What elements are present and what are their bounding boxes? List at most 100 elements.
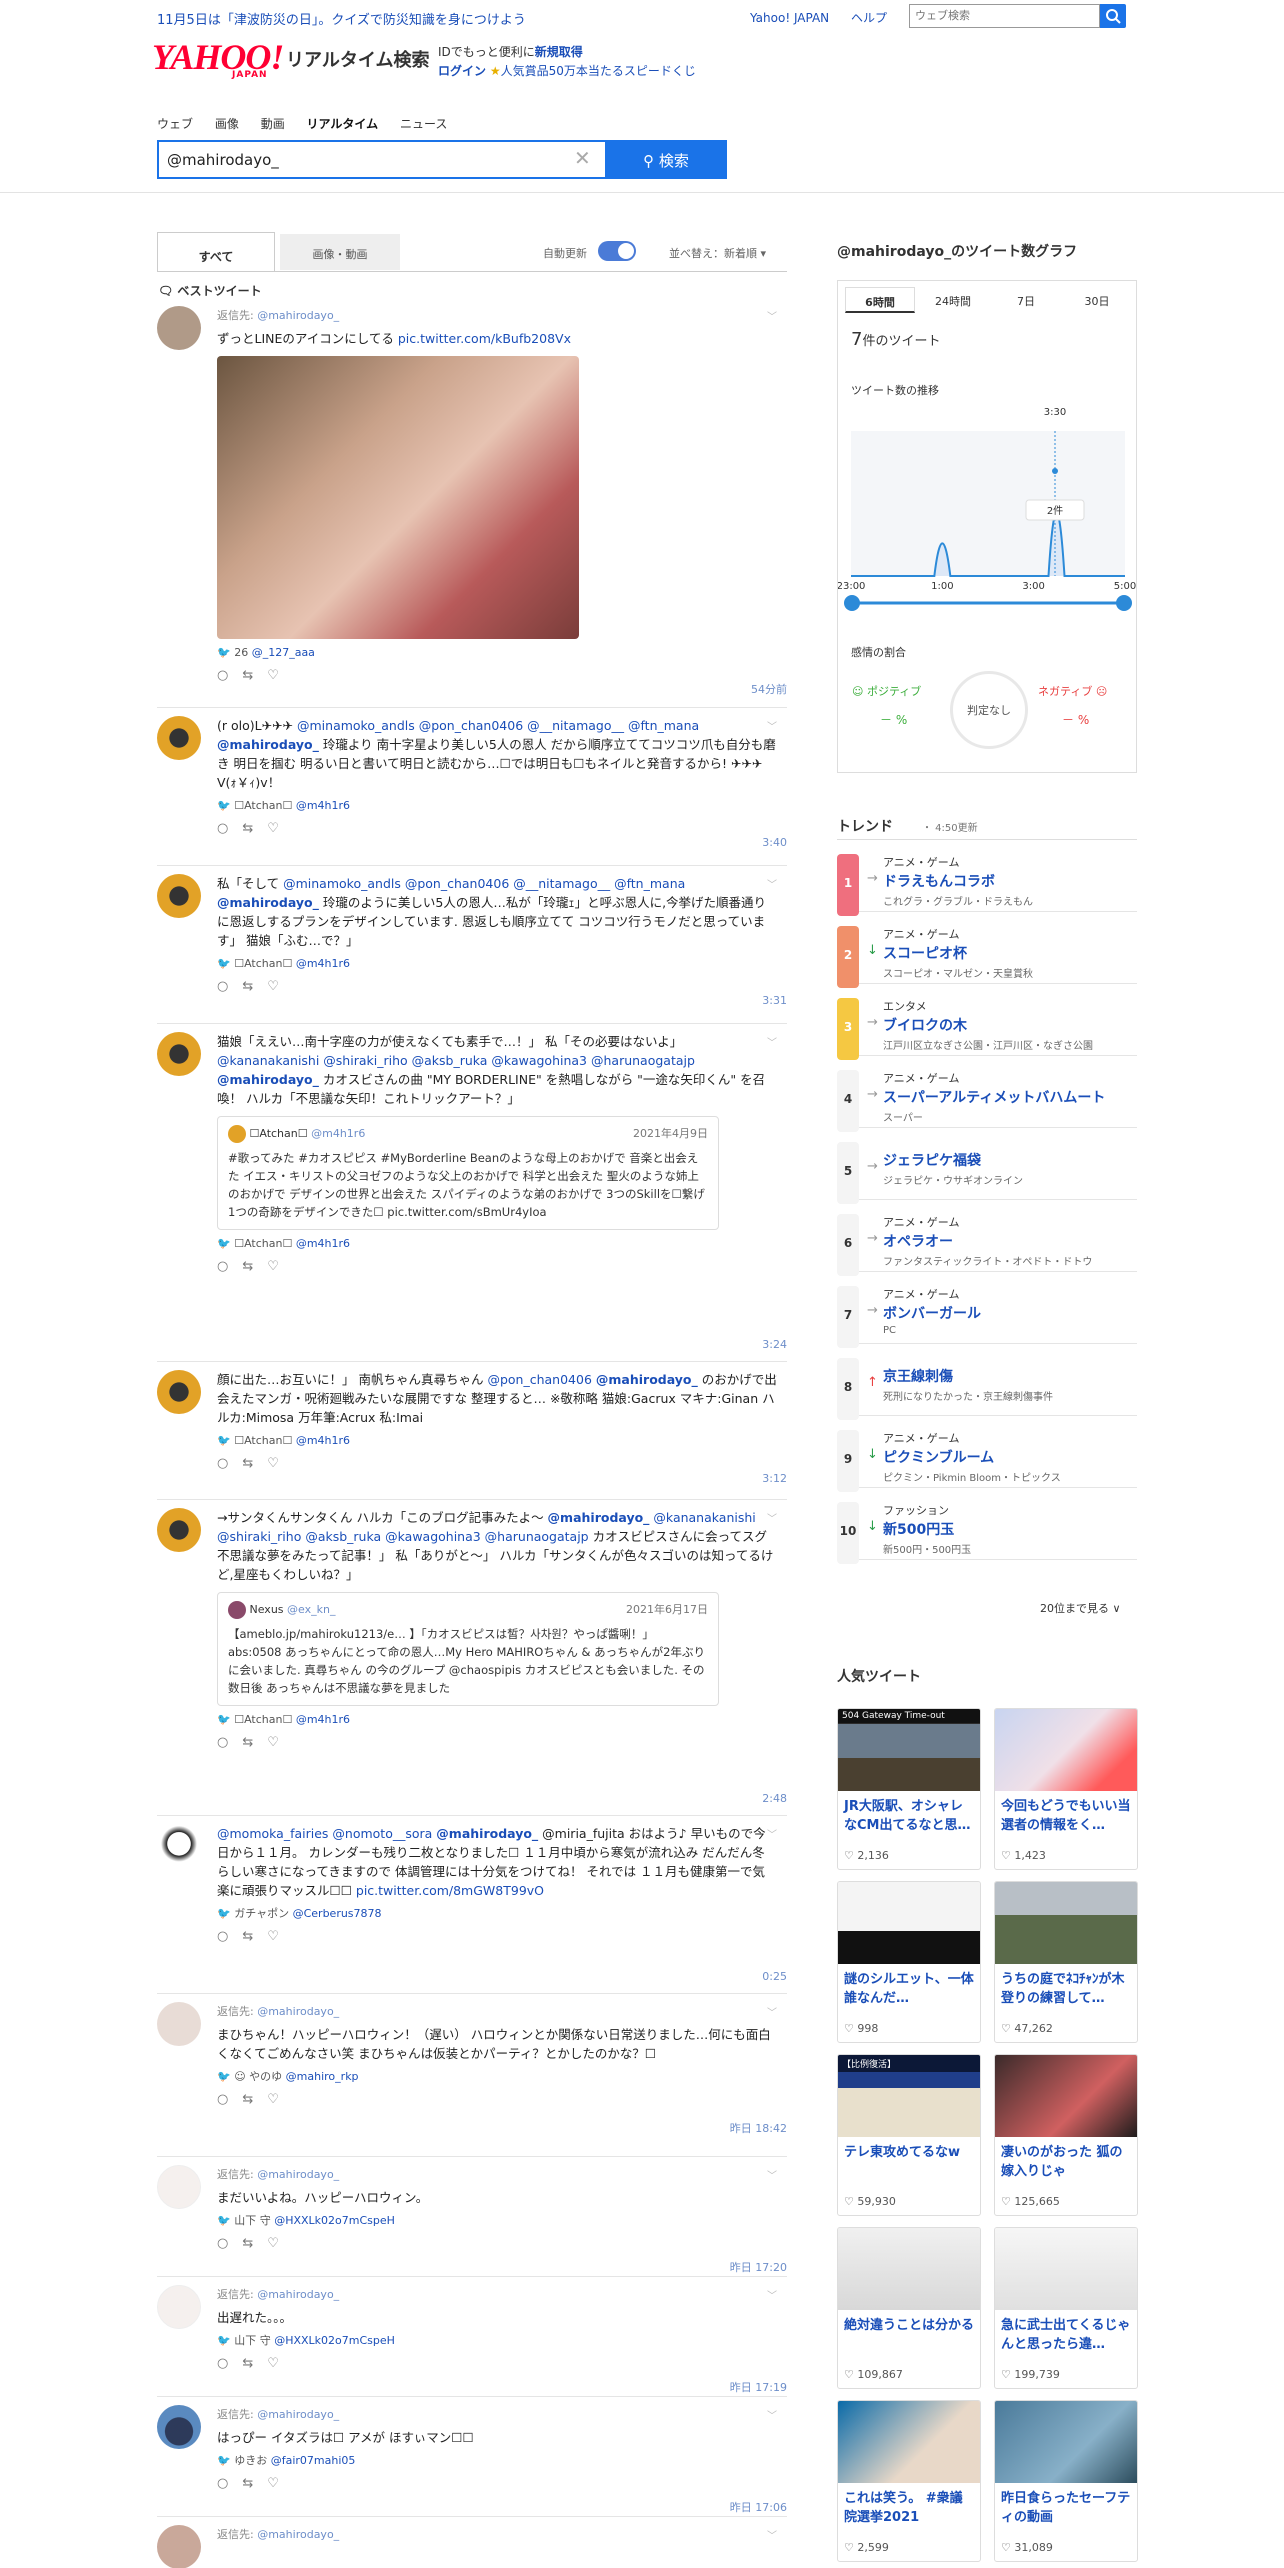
trend-item[interactable]: 3 → エンタメ ブイロクの木 江戸川区立なぎさ公園・江戸川区・なぎさ公園 (837, 994, 1137, 1060)
trend-name[interactable]: ピクミンブルーム (883, 1447, 994, 1467)
reply-icon[interactable]: ○ (217, 668, 242, 683)
retweet-icon[interactable]: ⇆ (242, 1456, 267, 1471)
avatar[interactable] (157, 874, 201, 918)
retweet-icon[interactable]: ⇆ (242, 2236, 267, 2251)
tab-all[interactable]: すべて (157, 232, 275, 272)
reply-to-link[interactable]: @mahirodayo_ (257, 309, 339, 322)
reply-icon[interactable]: ○ (217, 1929, 242, 1944)
trend-name[interactable]: ブイロクの木 (883, 1015, 967, 1035)
login-link[interactable]: ログイン (438, 64, 486, 78)
meta-user[interactable]: @HXXLk02o7mCspeH (274, 2334, 395, 2347)
popular-tweet-card[interactable]: 謎のシルエット、一体誰なんだ… ♡ 998 (837, 1881, 981, 2043)
tweet-card[interactable]: ﹀ →サンタくんサンタくん ハルカ「このブログ記事みたよ〜 @mahiroday… (157, 1508, 787, 1816)
trend-name[interactable]: ボンバーガール (883, 1303, 981, 1323)
popular-tweet-card[interactable]: これは笑う。 #衆議院選挙2021 ♡ 2,599 (837, 2400, 981, 2562)
reply-icon[interactable]: ○ (217, 1456, 242, 1471)
graph-tab-30d[interactable]: 30日 (1062, 287, 1132, 313)
trend-item[interactable]: 7 → アニメ・ゲーム ボンバーガール PC (837, 1282, 1137, 1348)
tweet-time[interactable]: 0:25 (762, 1970, 787, 1983)
meta-user[interactable]: @m4h1r6 (296, 957, 350, 970)
tweet-time[interactable]: 昨日 17:19 (730, 2379, 787, 2395)
reply-to-link[interactable]: @mahirodayo_ (257, 2408, 339, 2421)
tweet-link[interactable]: pic.twitter.com/8mGW8T99vO (356, 1883, 544, 1898)
like-icon[interactable]: ♡ (267, 2092, 293, 2107)
avatar[interactable] (157, 2285, 201, 2329)
tweet-card[interactable]: ﹀ 返信先: @mahirodayo_ はっぴー イタズラは☐ アメが ほすぃマ… (157, 2405, 787, 2517)
tweet-link[interactable]: pic.twitter.com/kBufb208Vx (398, 331, 571, 346)
nav-realtime[interactable]: リアルタイム (307, 117, 379, 131)
lottery-link[interactable]: 人気賞品50万本当たるスピードくじ (501, 64, 696, 78)
highlight-mention[interactable]: @mahirodayo_ (436, 1826, 538, 1841)
trend-name[interactable]: 新500円玉 (883, 1519, 954, 1539)
search-button[interactable]: ⚲ 検索 (605, 140, 727, 179)
avatar[interactable] (157, 1370, 201, 1414)
highlight-mention[interactable]: @mahirodayo_ (217, 1072, 319, 1087)
range-slider-start-handle[interactable] (844, 595, 860, 611)
meta-user[interactable]: @Cerberus7878 (293, 1907, 382, 1920)
trend-item[interactable]: 2 ↓ アニメ・ゲーム スコーピオ杯 スコーピオ・マルゼン・天皇賞秋 (837, 922, 1137, 988)
tweet-time[interactable]: 昨日 18:42 (730, 2120, 787, 2136)
mentions[interactable]: @momoka_fairies @nomoto__sora (217, 1826, 432, 1841)
like-icon[interactable]: ♡ (267, 1259, 293, 1274)
tweet-card[interactable]: ﹀ 返信先: @mahirodayo_ 出遅れた。。。 🐦 山下 守 @HXXL… (157, 2285, 787, 2397)
web-search-input[interactable] (909, 4, 1100, 28)
like-icon[interactable]: ♡ (267, 668, 293, 683)
tweet-time[interactable]: 昨日 17:06 (730, 2499, 787, 2515)
mentions[interactable]: @minamoko_andls @pon_chan0406 @__nitamag… (283, 876, 685, 891)
highlight-mention[interactable]: @mahirodayo_ (548, 1510, 650, 1525)
nav-news[interactable]: ニュース (400, 117, 447, 131)
avatar[interactable] (157, 1824, 201, 1868)
highlight-mention[interactable]: @mahirodayo_ (217, 895, 319, 910)
trend-name[interactable]: ジェラピケ福袋 (883, 1150, 981, 1170)
sort-select[interactable]: 並べ替え：新着順 ▾ (669, 245, 766, 261)
like-icon[interactable]: ♡ (267, 979, 293, 994)
meta-user[interactable]: @HXXLk02o7mCspeH (274, 2214, 395, 2227)
reply-icon[interactable]: ○ (217, 2236, 242, 2251)
tweet-card[interactable]: ﹀ @momoka_fairies @nomoto__sora @mahirod… (157, 1824, 787, 1994)
avatar[interactable] (157, 2002, 201, 2046)
tweet-time[interactable]: 2:48 (762, 1792, 787, 1805)
retweet-icon[interactable]: ⇆ (242, 2356, 267, 2371)
mentions[interactable]: @pon_chan0406 (487, 1372, 591, 1387)
web-search-button[interactable] (1100, 4, 1126, 28)
avatar[interactable] (157, 2165, 201, 2209)
like-icon[interactable]: ♡ (267, 1735, 293, 1750)
peak-point[interactable] (1052, 468, 1058, 474)
tweet-time[interactable]: 3:24 (762, 1338, 787, 1351)
like-icon[interactable]: ♡ (267, 1929, 293, 1944)
graph-tab-6h[interactable]: 6時間 (845, 287, 915, 313)
quote-tweet[interactable]: ☐Atchan☐ @m4h1r6 2021年4月9日 #歌ってみた #カオスピピス… (217, 1116, 719, 1230)
avatar[interactable] (157, 2525, 201, 2568)
popular-tweet-card[interactable]: 凄いのがおった 狐の嫁入りじゃ ♡ 125,665 (994, 2054, 1138, 2216)
reply-icon[interactable]: ○ (217, 2356, 242, 2371)
search-input[interactable]: @mahirodayo_ (157, 140, 605, 179)
meta-user[interactable]: @mahiro_rkp (286, 2070, 359, 2083)
trend-item[interactable]: 4 → アニメ・ゲーム スーパーアルティメットバハムート スーパー (837, 1066, 1137, 1132)
retweet-icon[interactable]: ⇆ (242, 1929, 267, 1944)
reply-icon[interactable]: ○ (217, 821, 242, 836)
retweet-icon[interactable]: ⇆ (242, 2476, 267, 2491)
meta-user[interactable]: @fair07mahi05 (271, 2454, 356, 2467)
meta-user[interactable]: @m4h1r6 (296, 799, 350, 812)
meta-user[interactable]: @m4h1r6 (296, 1237, 350, 1250)
tweet-image[interactable] (217, 356, 579, 639)
signup-link[interactable]: 新規取得 (535, 45, 583, 59)
reply-to-link[interactable]: @mahirodayo_ (257, 2005, 339, 2018)
popular-tweet-card[interactable]: 【比例復活】 テレ東攻めてるなw ♡ 59,930 (837, 2054, 981, 2216)
tweet-card[interactable]: ﹀ 猫娘「ええい…南十字座の力が使えなくても素手で…！」 私「その必要はないよ」… (157, 1032, 787, 1362)
reply-icon[interactable]: ○ (217, 1259, 242, 1274)
tweet-card[interactable]: ﹀ (r olo)L✈✈✈ @minamoko_andls @pon_chan0… (157, 716, 787, 866)
yahoo-japan-link[interactable]: Yahoo! JAPAN (750, 11, 829, 25)
popular-tweet-card[interactable]: 急に武士出てくるじゃんと思ったら違… ♡ 199,739 (994, 2227, 1138, 2389)
avatar[interactable] (157, 716, 201, 760)
popular-tweet-card[interactable]: 昨日食らったセーフティの動画 ♡ 31,089 (994, 2400, 1138, 2562)
reply-to-link[interactable]: @mahirodayo_ (257, 2288, 339, 2301)
nav-image[interactable]: 画像 (215, 117, 239, 131)
meta-user[interactable]: @_127_aaa (252, 646, 315, 659)
meta-user[interactable]: @m4h1r6 (296, 1713, 350, 1726)
mentions[interactable]: @kananakanishi @shiraki_riho @aksb_ruka … (217, 1053, 695, 1068)
help-link[interactable]: ヘルプ (851, 11, 887, 25)
tweet-card[interactable]: ﹀ 返信先: @mahirodayo_ まひちゃん！ハッピーハロウィン！（遅い）… (157, 2002, 787, 2157)
like-icon[interactable]: ♡ (267, 2476, 293, 2491)
popular-tweet-card[interactable]: うちの庭でﾈｺﾁｬﾝが木登りの練習して… ♡ 47,262 (994, 1881, 1138, 2043)
